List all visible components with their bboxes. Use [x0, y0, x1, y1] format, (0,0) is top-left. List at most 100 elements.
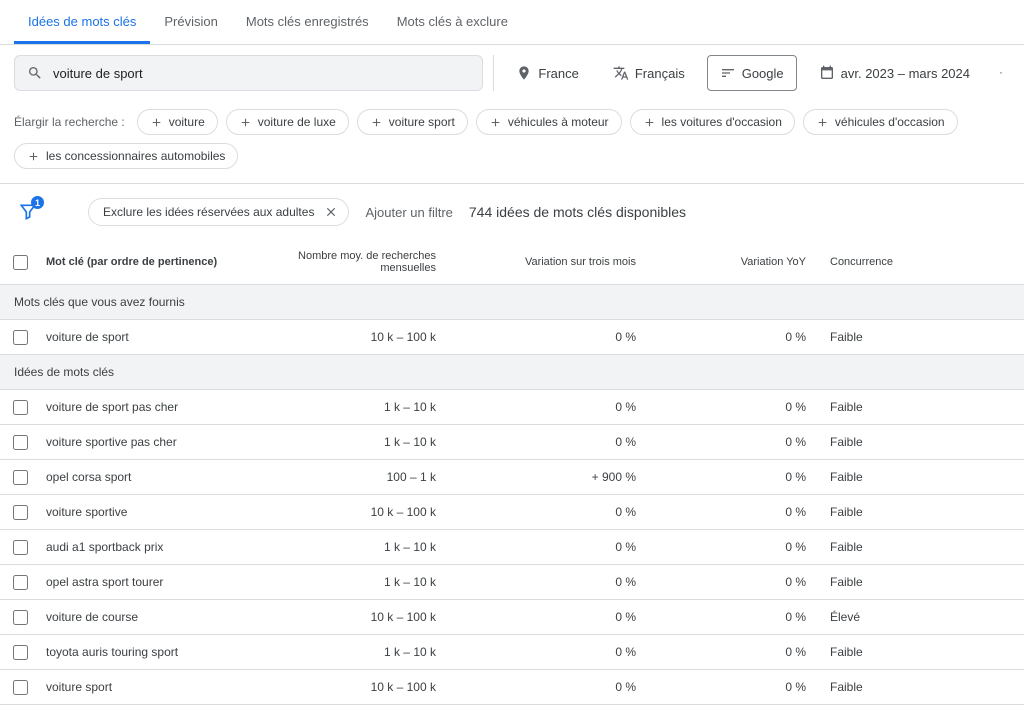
cell-volume: 100 – 1 k [240, 470, 450, 484]
keyword-grid: Mot clé (par ordre de pertinence) Nombre… [0, 240, 1024, 705]
network-label: Google [742, 66, 784, 81]
broaden-chip-0[interactable]: voiture [137, 109, 218, 135]
cell-var3m: 0 % [450, 400, 650, 414]
cell-volume: 1 k – 10 k [240, 400, 450, 414]
broaden-chip-6[interactable]: les concessionnaires automobiles [14, 143, 238, 169]
broaden-chip-4[interactable]: les voitures d'occasion [630, 109, 795, 135]
cell-var3m: 0 % [450, 330, 650, 344]
location-label: France [538, 66, 578, 81]
section-provided: Mots clés que vous avez fournis [0, 285, 1024, 320]
cell-keyword[interactable]: voiture sportive [40, 505, 240, 519]
chip-label: véhicules d'occasion [835, 115, 945, 129]
language-icon [613, 65, 629, 81]
cell-var3m: 0 % [450, 435, 650, 449]
search-box[interactable] [14, 55, 483, 91]
broaden-chip-2[interactable]: voiture sport [357, 109, 468, 135]
cell-varyoy: 0 % [650, 470, 820, 484]
search-input[interactable] [53, 66, 470, 81]
row-checkbox[interactable] [13, 610, 28, 625]
table-row: voiture sportive pas cher1 k – 10 k0 %0 … [0, 425, 1024, 460]
cell-varyoy: 0 % [650, 505, 820, 519]
table-row: opel corsa sport100 – 1 k+ 900 %0 %Faibl… [0, 460, 1024, 495]
cell-keyword[interactable]: audi a1 sportback prix [40, 540, 240, 554]
plus-icon [370, 116, 383, 129]
chip-label: voiture de luxe [258, 115, 336, 129]
broaden-chip-5[interactable]: véhicules d'occasion [803, 109, 958, 135]
cell-comp: Faible [820, 330, 1000, 344]
col-volume[interactable]: Nombre moy. de recherches mensuelles [240, 250, 450, 274]
network-icon [720, 65, 736, 81]
applied-filter-chip[interactable]: Exclure les idées réservées aux adultes [88, 198, 349, 226]
cell-keyword[interactable]: voiture de sport pas cher [40, 400, 240, 414]
cell-keyword[interactable]: toyota auris touring sport [40, 645, 240, 659]
cell-var3m: 0 % [450, 505, 650, 519]
cell-var3m: 0 % [450, 575, 650, 589]
tab-2[interactable]: Mots clés enregistrés [232, 0, 383, 44]
table-row: voiture sport10 k – 100 k0 %0 %Faible [0, 670, 1024, 705]
row-checkbox[interactable] [13, 435, 28, 450]
location-icon [516, 65, 532, 81]
cell-var3m: 0 % [450, 645, 650, 659]
cell-volume: 1 k – 10 k [240, 435, 450, 449]
cell-varyoy: 0 % [650, 435, 820, 449]
network-button[interactable]: Google [707, 55, 797, 91]
location-button[interactable]: France [504, 55, 590, 91]
col-var3m[interactable]: Variation sur trois mois [450, 256, 650, 268]
plus-icon [489, 116, 502, 129]
tabs: Idées de mots clésPrévisionMots clés enr… [0, 0, 1024, 45]
filter-badge: 1 [31, 196, 44, 209]
row-checkbox[interactable] [13, 505, 28, 520]
daterange-button[interactable]: avr. 2023 – mars 2024 [807, 55, 982, 91]
cell-varyoy: 0 % [650, 540, 820, 554]
plus-icon [239, 116, 252, 129]
chip-label: véhicules à moteur [508, 115, 609, 129]
select-all-checkbox[interactable] [13, 255, 28, 270]
cell-varyoy: 0 % [650, 400, 820, 414]
grid-header: Mot clé (par ordre de pertinence) Nombre… [0, 240, 1024, 285]
filter-icon-button[interactable]: 1 [14, 198, 42, 226]
section-ideas: Idées de mots clés [0, 355, 1024, 390]
add-filter-link[interactable]: Ajouter un filtre [365, 205, 452, 220]
row-checkbox[interactable] [13, 645, 28, 660]
row-checkbox[interactable] [13, 680, 28, 695]
cell-var3m: 0 % [450, 680, 650, 694]
tab-1[interactable]: Prévision [150, 0, 231, 44]
plus-icon [27, 150, 40, 163]
cell-volume: 10 k – 100 k [240, 330, 450, 344]
tab-0[interactable]: Idées de mots clés [14, 0, 150, 44]
plus-icon [150, 116, 163, 129]
language-button[interactable]: Français [601, 55, 697, 91]
cell-varyoy: 0 % [650, 680, 820, 694]
tab-3[interactable]: Mots clés à exclure [383, 0, 522, 44]
col-varyoy[interactable]: Variation YoY [650, 256, 820, 268]
row-checkbox[interactable] [13, 540, 28, 555]
close-icon[interactable] [324, 205, 338, 219]
broaden-chip-3[interactable]: véhicules à moteur [476, 109, 622, 135]
row-checkbox[interactable] [13, 575, 28, 590]
cell-volume: 10 k – 100 k [240, 505, 450, 519]
col-keyword[interactable]: Mot clé (par ordre de pertinence) [40, 256, 240, 268]
filter-row: 1 Exclure les idées réservées aux adulte… [0, 184, 1024, 240]
language-label: Français [635, 66, 685, 81]
cell-keyword[interactable]: voiture de sport [40, 330, 240, 344]
table-row: toyota auris touring sport1 k – 10 k0 %0… [0, 635, 1024, 670]
table-row: opel astra sport tourer1 k – 10 k0 %0 %F… [0, 565, 1024, 600]
cell-comp: Faible [820, 435, 1000, 449]
col-comp[interactable]: Concurrence [820, 256, 1000, 268]
cell-varyoy: 0 % [650, 575, 820, 589]
row-checkbox[interactable] [13, 470, 28, 485]
cell-comp: Faible [820, 575, 1000, 589]
cell-varyoy: 0 % [650, 330, 820, 344]
row-checkbox[interactable] [13, 400, 28, 415]
dropdown-icon[interactable] [992, 64, 1010, 82]
cell-comp: Élevé [820, 610, 1000, 624]
broaden-chip-1[interactable]: voiture de luxe [226, 109, 349, 135]
plus-icon [816, 116, 829, 129]
cell-keyword[interactable]: opel corsa sport [40, 470, 240, 484]
cell-keyword[interactable]: voiture sport [40, 680, 240, 694]
cell-keyword[interactable]: voiture de course [40, 610, 240, 624]
cell-volume: 1 k – 10 k [240, 575, 450, 589]
row-checkbox[interactable] [13, 330, 28, 345]
cell-keyword[interactable]: opel astra sport tourer [40, 575, 240, 589]
cell-keyword[interactable]: voiture sportive pas cher [40, 435, 240, 449]
